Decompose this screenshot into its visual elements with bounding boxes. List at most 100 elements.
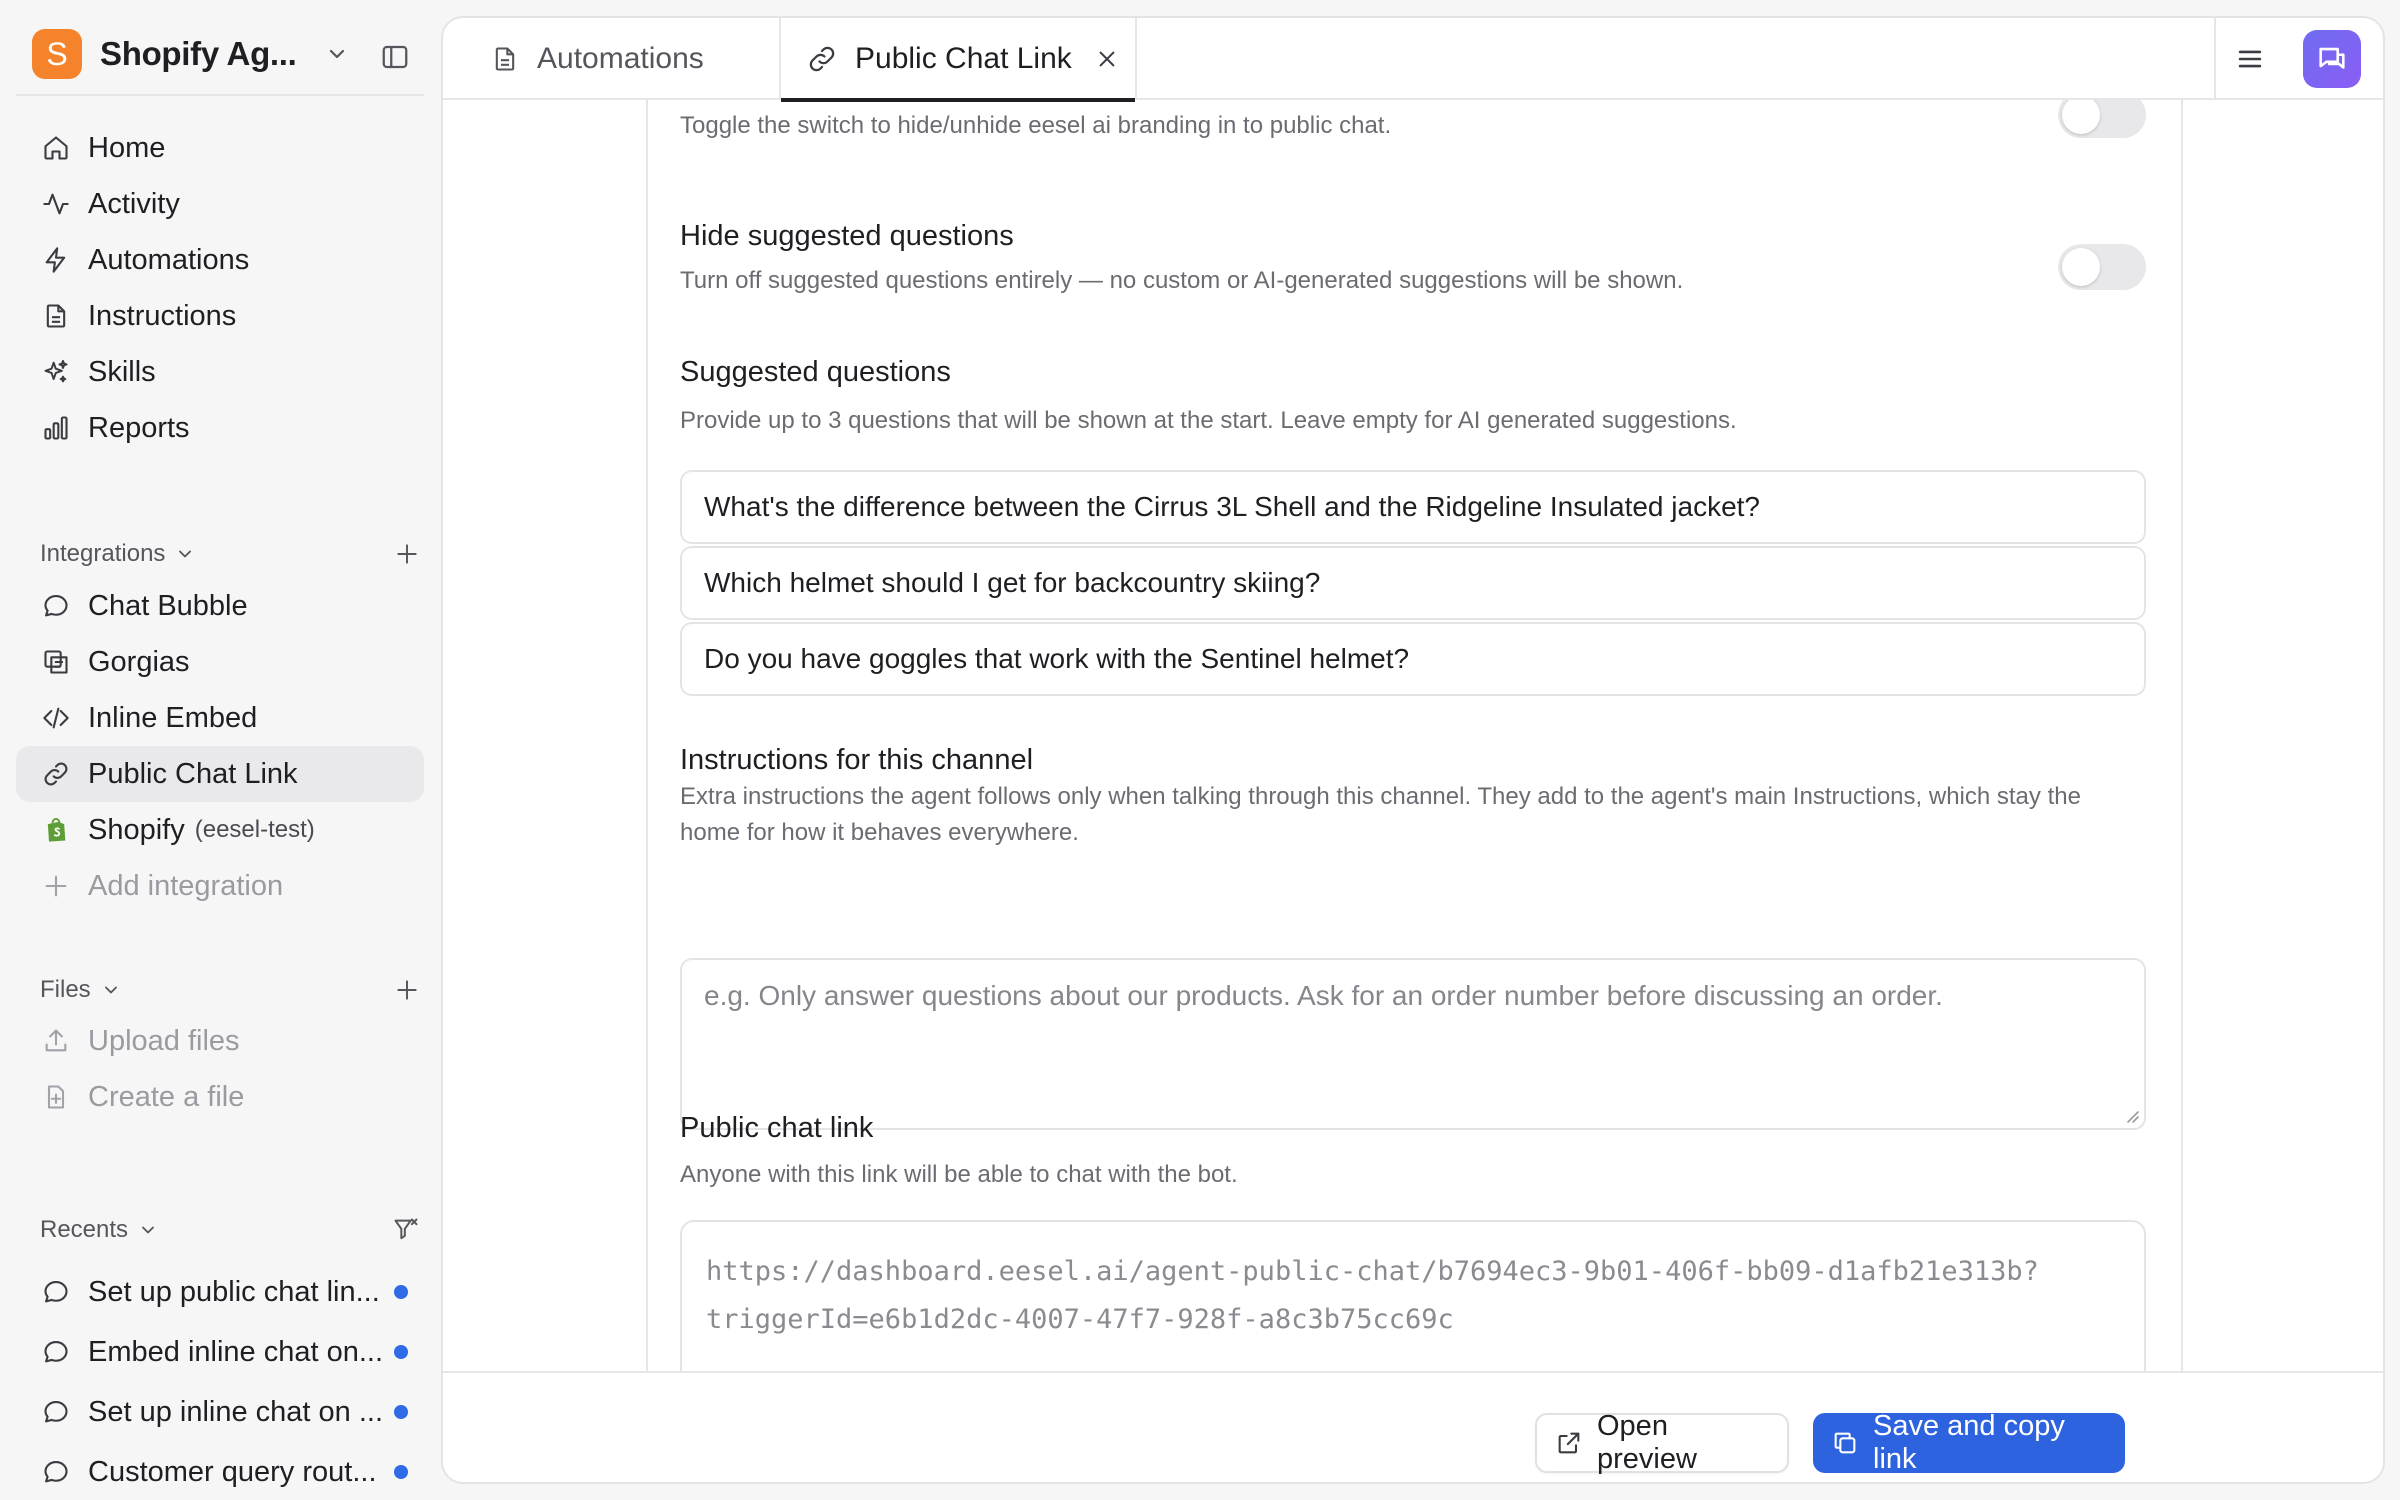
unread-dot: [394, 1465, 408, 1479]
nav-item-automations[interactable]: Automations: [16, 232, 424, 288]
integration-label: Gorgias: [88, 645, 190, 678]
sparkles-icon: [40, 356, 72, 388]
copy-icon: [1831, 1429, 1859, 1457]
nav-label: Reports: [88, 411, 190, 444]
recent-label: Set up public chat lin...: [88, 1275, 380, 1308]
nav-item-skills[interactable]: Skills: [16, 344, 424, 400]
nav-label: Activity: [88, 187, 180, 220]
open-preview-button[interactable]: Open preview: [1535, 1410, 1789, 1475]
settings-scroll-area[interactable]: Toggle the switch to hide/unhide eesel a…: [646, 100, 2183, 1389]
hide-suggested-label: Hide suggested questions: [680, 220, 1014, 252]
chat-bubble-icon: [40, 1396, 72, 1428]
add-integration-plus-icon[interactable]: [394, 541, 420, 567]
branding-toggle[interactable]: [2058, 100, 2146, 138]
add-file-plus-icon[interactable]: [394, 977, 420, 1003]
section-title: Files: [40, 976, 91, 1003]
save-and-copy-link-label: Save and copy link: [1873, 1410, 2065, 1475]
nav-item-activity[interactable]: Activity: [16, 176, 424, 232]
channel-instructions-description-line1: Extra instructions the agent follows onl…: [680, 783, 2081, 810]
recent-item[interactable]: Set up public chat lin...: [16, 1262, 424, 1322]
file-plus-icon: [40, 1081, 72, 1113]
tab-bar-divider: [2214, 18, 2216, 100]
integration-label: Inline Embed: [88, 701, 258, 734]
channel-instructions-setting: Instructions for this channel Extra inst…: [680, 744, 2146, 1130]
nav-label: Instructions: [88, 299, 237, 332]
suggested-question-input[interactable]: What's the difference between the Cirrus…: [680, 470, 2146, 544]
plus-icon: [40, 870, 72, 902]
nav-label: Skills: [88, 355, 156, 388]
hide-suggested-setting: Hide suggested questions Turn off sugges…: [680, 220, 2146, 299]
create-file-button[interactable]: Create a file: [16, 1069, 424, 1125]
upload-files-label: Upload files: [88, 1024, 240, 1057]
public-link-url-line1: https://dashboard.eesel.ai/agent-public-…: [706, 1256, 2039, 1287]
hide-suggested-toggle[interactable]: [2058, 244, 2146, 290]
document-icon: [491, 45, 519, 73]
textarea-placeholder: e.g. Only answer questions about our pro…: [704, 980, 1943, 1011]
files-list: Upload files Create a file: [16, 1013, 424, 1125]
public-link-url-line2: triggerId=e6b1d2dc-4007-47f7-928f-a8c3b7…: [706, 1304, 1454, 1335]
public-link-description: Anyone with this link will be able to ch…: [680, 1161, 1238, 1188]
link-icon: [807, 44, 837, 74]
integration-item-shopify[interactable]: Shopify (eesel-test): [16, 802, 424, 858]
chat-assistant-button[interactable]: [2303, 30, 2361, 88]
menu-icon[interactable]: [2233, 42, 2267, 76]
filter-icon[interactable]: [392, 1216, 420, 1244]
integration-item-chat-bubble[interactable]: Chat Bubble: [16, 578, 424, 634]
integration-item-inline-embed[interactable]: Inline Embed: [16, 690, 424, 746]
chat-bubble-icon: [40, 1336, 72, 1368]
integration-label: Chat Bubble: [88, 589, 248, 622]
section-title: Recents: [40, 1216, 129, 1243]
link-icon: [40, 758, 72, 790]
channel-instructions-textarea[interactable]: e.g. Only answer questions about our pro…: [680, 958, 2146, 1130]
public-link-field[interactable]: https://dashboard.eesel.ai/agent-public-…: [680, 1220, 2146, 1389]
tab-bar: Automations Public Chat Link: [443, 18, 2383, 102]
bar-chart-icon: [40, 412, 72, 444]
tab-label: Public Chat Link: [855, 42, 1072, 75]
recents-header[interactable]: Recents: [40, 1210, 420, 1250]
nav-item-home[interactable]: Home: [16, 120, 424, 176]
home-icon: [40, 132, 72, 164]
integrations-header[interactable]: Integrations: [40, 534, 420, 574]
channel-instructions-label: Instructions for this channel: [680, 744, 1034, 776]
unread-dot: [394, 1285, 408, 1299]
unread-dot: [394, 1405, 408, 1419]
chevron-down-icon: [325, 42, 349, 66]
recent-item[interactable]: Set up inline chat on ...: [16, 1382, 424, 1442]
integration-item-gorgias[interactable]: Gorgias: [16, 634, 424, 690]
nav-label: Automations: [88, 243, 250, 276]
workspace-switcher[interactable]: S Shopify Ag...: [16, 14, 424, 96]
recent-item[interactable]: Customer query rout...: [16, 1442, 424, 1500]
recents-list: Set up public chat lin... Embed inline c…: [16, 1262, 424, 1500]
open-preview-label: Open preview: [1597, 1410, 1697, 1475]
workspace-name: Shopify Ag...: [100, 35, 297, 72]
integration-item-public-chat-link[interactable]: Public Chat Link: [16, 746, 424, 802]
main-nav: Home Activity Automations Instructions S…: [16, 120, 424, 456]
main-panel: Automations Public Chat Link Toggle the …: [441, 16, 2385, 1484]
integration-label: Shopify: [88, 813, 185, 846]
external-link-icon: [1555, 1429, 1583, 1457]
recent-label: Set up inline chat on ...: [88, 1395, 384, 1428]
nav-item-reports[interactable]: Reports: [16, 400, 424, 456]
tab-automations[interactable]: Automations: [443, 18, 781, 100]
suggested-question-input[interactable]: Which helmet should I get for backcountr…: [680, 546, 2146, 620]
save-and-copy-link-button[interactable]: Save and copy link: [1813, 1410, 2125, 1475]
public-link-setting: Public chat link Anyone with this link w…: [680, 1112, 2146, 1389]
public-link-label: Public chat link: [680, 1112, 874, 1144]
unread-dot: [394, 1345, 408, 1359]
shopify-icon: [40, 814, 72, 846]
recent-item[interactable]: Embed inline chat on...: [16, 1322, 424, 1382]
bolt-icon: [40, 244, 72, 276]
document-icon: [40, 300, 72, 332]
tab-public-chat-link[interactable]: Public Chat Link: [781, 18, 1137, 102]
files-header[interactable]: Files: [40, 970, 420, 1010]
suggested-question-input[interactable]: Do you have goggles that work with the S…: [680, 622, 2146, 696]
sidebar-toggle-icon[interactable]: [380, 42, 410, 72]
recent-label: Customer query rout...: [88, 1455, 377, 1488]
footer-bar: Open preview Save and copy link: [443, 1371, 2383, 1482]
close-icon[interactable]: [1096, 48, 1118, 70]
add-integration-button[interactable]: Add integration: [16, 858, 424, 914]
nav-item-instructions[interactable]: Instructions: [16, 288, 424, 344]
upload-files-button[interactable]: Upload files: [16, 1013, 424, 1069]
channel-instructions-description-line2: home for how it behaves everywhere.: [680, 819, 1079, 846]
integration-label: Public Chat Link: [88, 757, 298, 790]
